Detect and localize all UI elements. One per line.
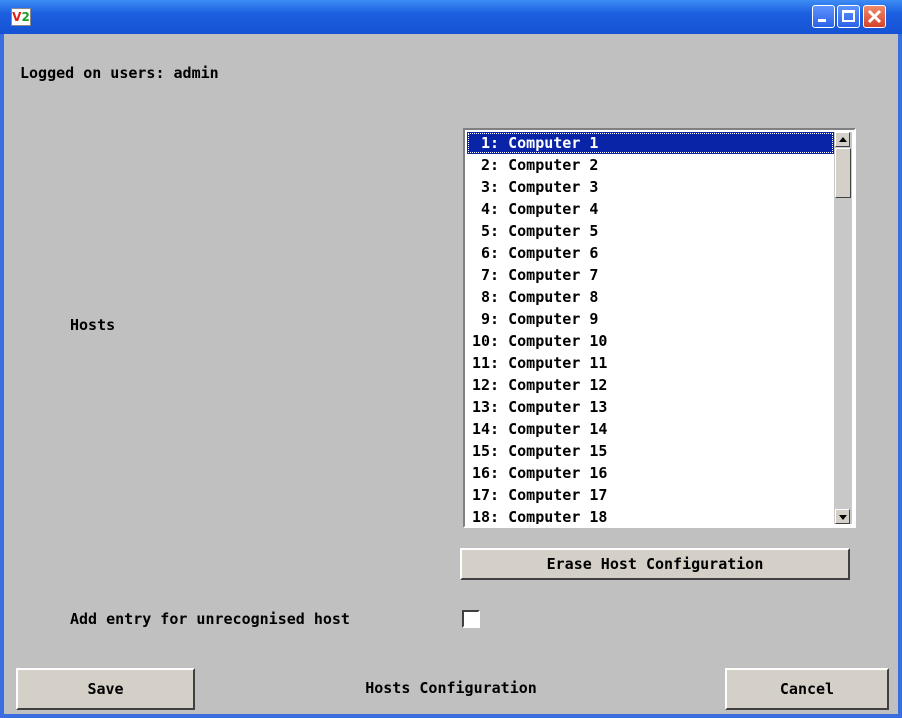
scroll-down-button[interactable] [835,509,850,524]
minimize-icon [818,19,826,22]
host-list-item[interactable]: 3: Computer 3 [467,176,834,198]
host-list-item[interactable]: 7: Computer 7 [467,264,834,286]
host-list-item[interactable]: 5: Computer 5 [467,220,834,242]
host-list-item[interactable]: 16: Computer 16 [467,462,834,484]
host-list-item[interactable]: 18: Computer 18 [467,506,834,524]
hosts-scrollbar[interactable] [834,132,852,524]
maximize-icon [842,10,855,22]
host-list-item[interactable]: 6: Computer 6 [467,242,834,264]
minimize-button[interactable] [812,5,835,28]
hosts-listbox[interactable]: 1: Computer 1 2: Computer 2 3: Computer … [463,128,856,528]
hosts-list[interactable]: 1: Computer 1 2: Computer 2 3: Computer … [467,132,834,524]
arrow-up-icon [839,137,847,142]
host-list-item[interactable]: 4: Computer 4 [467,198,834,220]
erase-host-config-button[interactable]: Erase Host Configuration [460,548,850,580]
host-list-item[interactable]: 14: Computer 14 [467,418,834,440]
scroll-thumb[interactable] [835,148,851,198]
host-list-item[interactable]: 13: Computer 13 [467,396,834,418]
host-list-item[interactable]: 11: Computer 11 [467,352,834,374]
cancel-button[interactable]: Cancel [725,668,889,710]
app-logo-icon: V2 [11,8,31,26]
close-button[interactable] [863,5,886,28]
host-list-item[interactable]: 9: Computer 9 [467,308,834,330]
host-list-item[interactable]: 12: Computer 12 [467,374,834,396]
host-list-item[interactable]: 17: Computer 17 [467,484,834,506]
unrecognised-host-checkbox[interactable] [462,610,480,628]
host-list-item[interactable]: 2: Computer 2 [467,154,834,176]
unrecognised-host-label: Add entry for unrecognised host [70,610,350,628]
logged-on-users: Logged on users: admin [20,64,219,82]
close-icon [867,9,882,24]
scroll-up-button[interactable] [835,132,850,147]
host-list-item[interactable]: 8: Computer 8 [467,286,834,308]
maximize-button[interactable] [837,5,860,28]
application-window: V2 Logged on users: admin Hosts 1: Compu… [0,0,902,718]
arrow-down-icon [839,515,847,520]
host-list-item[interactable]: 1: Computer 1 [467,132,834,154]
hosts-config-panel: Logged on users: admin Hosts 1: Computer… [4,34,898,714]
host-list-item[interactable]: 10: Computer 10 [467,330,834,352]
hosts-label: Hosts [70,316,116,334]
title-bar[interactable]: V2 [0,0,902,34]
host-list-item[interactable]: 15: Computer 15 [467,440,834,462]
